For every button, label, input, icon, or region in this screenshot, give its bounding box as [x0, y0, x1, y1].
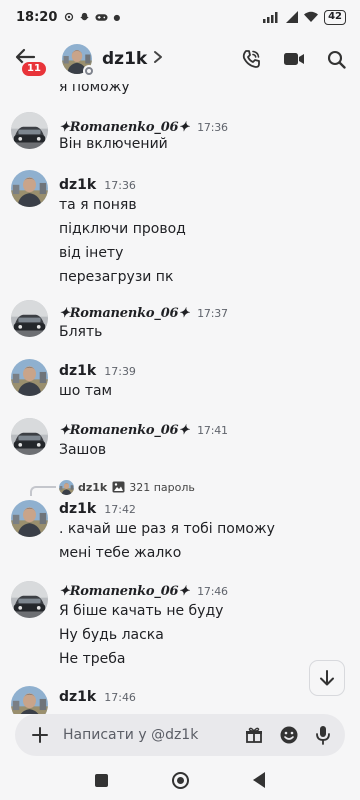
message-text: Зашов [59, 442, 107, 458]
avatar[interactable] [11, 418, 48, 455]
message-composer[interactable]: Написати у @dz1k [15, 714, 345, 756]
snapchat-icon [80, 12, 90, 20]
avatar[interactable] [11, 300, 48, 337]
avatar[interactable] [11, 500, 48, 537]
signal-2-icon [286, 11, 299, 23]
header-avatar[interactable] [62, 44, 95, 77]
avatar[interactable] [11, 112, 48, 149]
status-bar: 18:20 ● 42 [0, 0, 360, 34]
message-timestamp: 17:42 [104, 503, 136, 516]
message-text: підключи провод [59, 221, 186, 237]
reply-text: 321 пароль [129, 480, 195, 494]
recents-button[interactable] [95, 773, 108, 787]
plus-icon[interactable] [31, 726, 49, 744]
reply-author: dz1k [78, 480, 108, 494]
battery-level: 42 [324, 9, 346, 25]
message-text: від інету [59, 245, 124, 261]
message-timestamp: 17:36 [104, 179, 136, 192]
message-text: Я біше качать не буду [59, 603, 224, 619]
phone-icon[interactable] [241, 49, 261, 69]
message-timestamp: 17:39 [104, 365, 136, 378]
avatar[interactable] [11, 581, 48, 618]
emoji-icon[interactable] [279, 725, 299, 745]
gift-icon[interactable] [245, 726, 263, 744]
unread-badge: 11 [20, 60, 48, 78]
message-timestamp: 17:46 [197, 585, 228, 598]
message-text: Ну будь ласка [59, 627, 164, 643]
message-author[interactable]: dz1k [59, 177, 96, 193]
message-timestamp: 17:41 [197, 424, 228, 437]
avatar [59, 480, 74, 495]
message-list[interactable]: я поможу ✦Romanenko_06✦ 17:36 Він включе… [0, 74, 360, 714]
avatar[interactable] [11, 359, 48, 396]
status-time: 18:20 [16, 9, 58, 25]
system-navigation-bar [0, 760, 360, 800]
message-text: Не треба [59, 651, 126, 667]
system-back-button[interactable] [253, 772, 265, 788]
reply-reference[interactable]: dz1k 321 пароль [30, 478, 195, 496]
gamepad-icon [95, 13, 108, 21]
message-author[interactable]: ✦Romanenko_06✦ [59, 120, 189, 135]
message-text: перезагрузи пк [59, 269, 174, 285]
microphone-icon[interactable] [315, 725, 331, 745]
message-timestamp: 17:37 [197, 307, 228, 320]
notification-dot-icon [65, 12, 74, 22]
search-icon[interactable] [327, 50, 346, 69]
message-author[interactable]: dz1k [59, 689, 96, 705]
message-text: мені тебе жалко [59, 545, 182, 561]
back-button[interactable]: 11 [14, 46, 48, 78]
signal-icon [263, 12, 278, 23]
chevron-right-icon[interactable] [153, 50, 163, 68]
message-text: Блять [59, 324, 103, 340]
wifi-icon [304, 11, 319, 22]
message-author[interactable]: dz1k [59, 363, 96, 379]
message-text: Він включений [59, 136, 168, 152]
message-input[interactable]: Написати у @dz1k [63, 727, 198, 743]
status-right: 42 [263, 9, 346, 25]
message-timestamp: 17:36 [197, 121, 228, 134]
message-text: . качай ше раз я тобі поможу [59, 521, 275, 537]
header-actions [241, 49, 346, 69]
avatar[interactable] [11, 170, 48, 207]
message-author[interactable]: ✦Romanenko_06✦ [59, 423, 189, 438]
chat-header: 11 dz1k [0, 34, 360, 84]
home-button[interactable] [172, 771, 189, 789]
scroll-to-bottom-button[interactable] [309, 660, 345, 696]
arrow-down-icon [320, 670, 334, 686]
message-timestamp: 17:46 [104, 691, 136, 704]
more-notifications-dot: ● [113, 12, 121, 22]
message-text: шо там [59, 383, 113, 399]
image-icon [112, 481, 125, 493]
message-author[interactable]: ✦Romanenko_06✦ [59, 306, 189, 321]
header-username[interactable]: dz1k [102, 49, 147, 69]
avatar[interactable] [11, 686, 48, 714]
video-camera-icon[interactable] [283, 51, 305, 67]
offline-status-icon [83, 65, 95, 77]
message-author[interactable]: ✦Romanenko_06✦ [59, 584, 189, 599]
message-text: та я поняв [59, 197, 137, 213]
notification-icons: ● [64, 12, 120, 23]
message-author[interactable]: dz1k [59, 501, 96, 517]
